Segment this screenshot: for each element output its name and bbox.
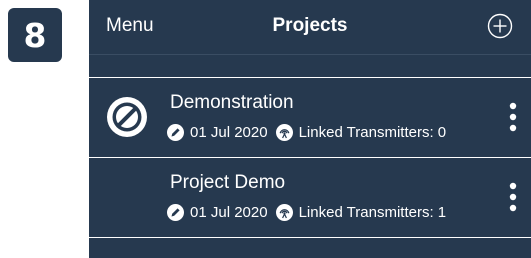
menu-button[interactable]: Menu bbox=[106, 15, 154, 37]
linked-transmitters: Linked Transmitters: 0 bbox=[298, 124, 447, 141]
plus-circle-icon bbox=[487, 13, 513, 39]
transmitter-icon bbox=[275, 124, 293, 141]
project-name: Demonstration bbox=[170, 92, 294, 113]
navigation-bar: Menu Projects bbox=[89, 0, 531, 55]
project-meta: 01 Jul 2020 Linked Transmitters: 0 bbox=[167, 124, 446, 141]
project-date: 01 Jul 2020 bbox=[190, 204, 268, 221]
add-project-button[interactable] bbox=[487, 13, 513, 39]
transmitter-icon bbox=[275, 204, 293, 221]
disabled-icon bbox=[107, 97, 147, 137]
pencil-icon bbox=[167, 204, 184, 221]
project-row-project-demo[interactable]: Project Demo 01 Jul 2020 Linked Transmit… bbox=[89, 158, 531, 238]
project-meta: 01 Jul 2020 Linked Transmitters: 1 bbox=[167, 204, 446, 221]
project-name: Project Demo bbox=[170, 172, 286, 193]
more-options-icon[interactable] bbox=[499, 101, 527, 135]
more-options-icon[interactable] bbox=[499, 181, 527, 215]
page-title: Projects bbox=[272, 15, 348, 36]
linked-transmitters: Linked Transmitters: 1 bbox=[298, 204, 447, 221]
projects-screen: Menu Projects Demonstration 01 Jul 2020 bbox=[89, 0, 531, 258]
step-number-badge: 8 bbox=[8, 8, 62, 62]
pencil-icon bbox=[167, 124, 184, 141]
project-row-demonstration[interactable]: Demonstration 01 Jul 2020 Linked Transmi… bbox=[89, 78, 531, 158]
project-date: 01 Jul 2020 bbox=[190, 124, 268, 141]
